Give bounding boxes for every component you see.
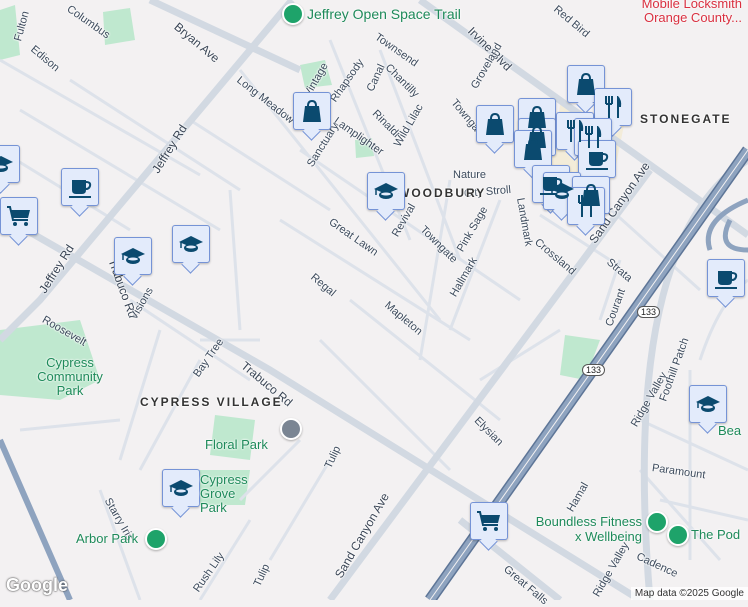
school-icon: [169, 480, 193, 496]
restaurant-icon: [578, 195, 595, 217]
school-pin-icon: [280, 418, 302, 440]
fitness-pin-icon: [646, 511, 668, 533]
park-pin-icon: [282, 3, 304, 25]
district-label: STONEGATE: [640, 112, 732, 126]
poi-mobile-locksmith[interactable]: Mobile Locksmith Orange County...: [624, 0, 742, 25]
poi-label: Arbor Park: [76, 531, 139, 546]
grocery-marker[interactable]: [470, 502, 508, 540]
google-logo[interactable]: Google: [6, 575, 68, 596]
shopping-icon: [303, 99, 321, 122]
school-icon: [179, 236, 203, 252]
school-marker[interactable]: [0, 145, 20, 183]
grocery-marker[interactable]: [0, 197, 38, 235]
bryan-ave: [148, 0, 302, 74]
shopping-icon: [486, 112, 504, 135]
poi-label: The Pod: [691, 527, 741, 542]
school-marker[interactable]: [114, 237, 152, 275]
district-label: CYPRESS VILLAGE: [140, 395, 283, 409]
poi-label: Floral Park: [205, 437, 268, 452]
coffee-marker[interactable]: [61, 168, 99, 206]
poi-cypress-community-park[interactable]: Cypress Community Park: [33, 356, 107, 398]
poi-beacon[interactable]: Bea: [718, 424, 741, 438]
school-marker[interactable]: [689, 385, 727, 423]
restaurant-icon: [605, 96, 622, 118]
grocery-icon: [477, 511, 500, 531]
poi-label: Jeffrey Open Space Trail: [307, 6, 461, 22]
poi-label: Boundless Fitness x Wellbeing: [535, 514, 642, 544]
school-icon: [550, 183, 574, 199]
grocery-icon: [7, 206, 30, 226]
school-marker[interactable]: [162, 469, 200, 507]
school-icon: [374, 183, 398, 199]
coffee-marker[interactable]: [707, 259, 745, 297]
school-icon: [121, 248, 145, 264]
coffee-icon: [69, 180, 92, 198]
shopping-marker[interactable]: [293, 92, 331, 130]
park-pin-icon: [667, 524, 689, 546]
school-icon: [0, 156, 13, 172]
poi-cypress-grove-park[interactable]: Cypress Grove Park: [200, 473, 260, 515]
coffee-icon: [586, 152, 609, 170]
district-label: WOODBURY: [398, 186, 487, 200]
coffee-icon: [715, 271, 738, 289]
shopping-marker[interactable]: [476, 105, 514, 143]
highway-133-shield: 133: [637, 306, 661, 318]
highway-133-shield: 133: [582, 364, 606, 376]
street-label: Nature: [453, 169, 487, 181]
shopping-icon: [524, 137, 542, 160]
shopping-icon: [577, 72, 595, 95]
school-marker[interactable]: [172, 225, 210, 263]
school-icon: [696, 396, 720, 412]
school-marker[interactable]: [367, 172, 405, 210]
map-attribution[interactable]: Map data ©2025 Google: [630, 587, 748, 600]
park-pin-icon: [145, 528, 167, 550]
coffee-marker[interactable]: [578, 140, 616, 178]
